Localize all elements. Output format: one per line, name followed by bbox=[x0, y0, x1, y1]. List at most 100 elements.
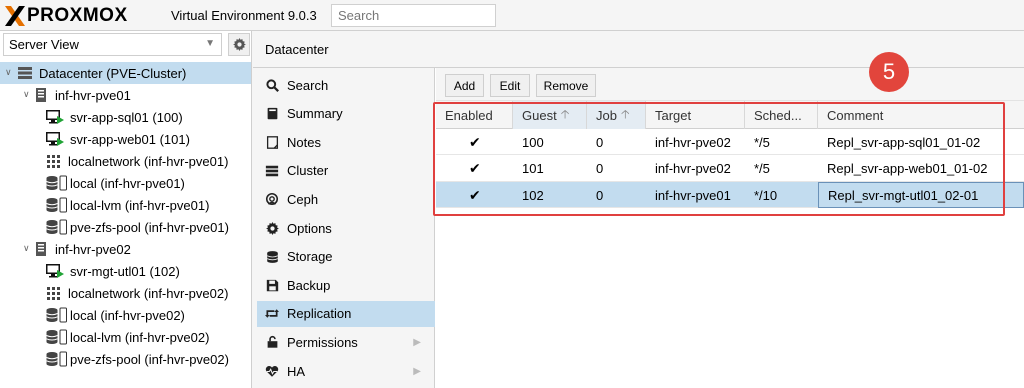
nav-item-ceph[interactable]: Ceph bbox=[257, 186, 435, 212]
sort-ascending-icon: 🡡 bbox=[560, 106, 570, 121]
tree-item-label: localnetwork (inf-hvr-pve01) bbox=[68, 153, 229, 169]
cell-schedule: */5 bbox=[754, 161, 770, 177]
cell-target: inf-hvr-pve02 bbox=[655, 134, 731, 150]
nav-item-search[interactable]: Search bbox=[257, 72, 435, 98]
tree-item[interactable]: local-lvm (inf-hvr-pve01) bbox=[0, 194, 251, 216]
replication-toolbar: Add Edit Remove bbox=[436, 68, 1024, 100]
view-selector[interactable]: Server View ▼ bbox=[3, 33, 222, 56]
nav-item-summary[interactable]: Summary bbox=[257, 101, 435, 127]
step-callout-badge: 5 bbox=[869, 52, 909, 92]
nav-item-cluster[interactable]: Cluster bbox=[257, 158, 435, 184]
tree-item[interactable]: svr-mgt-utl01 (102) bbox=[0, 260, 251, 282]
cell-schedule: */5 bbox=[754, 134, 770, 150]
node-icon bbox=[33, 241, 49, 257]
column-label: Comment bbox=[827, 107, 884, 123]
datacenter-icon bbox=[17, 65, 33, 81]
collapse-icon: ∨ bbox=[23, 89, 30, 99]
storage-icon bbox=[46, 351, 68, 367]
column-header-comment[interactable]: Comment bbox=[818, 101, 1024, 129]
cell-job: 0 bbox=[596, 134, 604, 150]
cell-comment: Repl_svr-app-sql01_01-02 bbox=[827, 134, 981, 150]
column-header-job[interactable]: Job 🡡 bbox=[587, 101, 646, 129]
tree-item-label: local-lvm (inf-hvr-pve02) bbox=[70, 329, 210, 345]
column-header-schedule[interactable]: Sched... bbox=[745, 101, 818, 129]
tree-item[interactable]: localnetwork (inf-hvr-pve01) bbox=[0, 150, 251, 172]
tree-item[interactable]: svr-app-web01 (101) bbox=[0, 128, 251, 150]
tree-settings-button[interactable] bbox=[228, 33, 250, 56]
nav-item-storage[interactable]: Storage bbox=[257, 244, 435, 270]
datacenter-menu: Search Summary Notes Cluster Ceph Options Stor… bbox=[253, 68, 435, 388]
tree-item-label: svr-app-sql01 (100) bbox=[70, 109, 183, 125]
tree-item-label: local-lvm (inf-hvr-pve01) bbox=[70, 197, 210, 213]
tree-item-node-pve01[interactable]: ∨ inf-hvr-pve01 bbox=[0, 84, 251, 106]
table-row[interactable]: ✔ 102 0 inf-hvr-pve01 */10 Repl_svr-mgt-utl01… bbox=[436, 182, 1024, 209]
tree-item-label: localnetwork (inf-hvr-pve02) bbox=[68, 285, 229, 301]
collapse-icon: ∨ bbox=[23, 243, 30, 253]
nav-item-backup[interactable]: Backup bbox=[257, 272, 435, 298]
search-icon bbox=[265, 78, 279, 92]
cell-job: 0 bbox=[596, 187, 604, 203]
nav-item-label: Backup bbox=[287, 277, 331, 293]
tree-item[interactable]: svr-app-sql01 (100) bbox=[0, 106, 251, 128]
resource-tree-panel: Server View ▼ ∨ Datacenter (PVE-Cluster)… bbox=[0, 31, 252, 388]
column-header-target[interactable]: Target bbox=[646, 101, 745, 129]
tree-item-datacenter[interactable]: ∨ Datacenter (PVE-Cluster) bbox=[0, 62, 251, 84]
nav-item-label: Options bbox=[287, 220, 332, 236]
tree-item-label: local (inf-hvr-pve02) bbox=[70, 307, 185, 323]
nav-item-label: Storage bbox=[287, 249, 333, 265]
nav-item-label: Search bbox=[287, 77, 329, 93]
table-row[interactable]: ✔ 100 0 inf-hvr-pve02 */5 Repl_svr-app-sql01_… bbox=[436, 129, 1024, 155]
collapse-icon: ∨ bbox=[5, 67, 12, 77]
column-header-enabled[interactable]: Enabled bbox=[436, 101, 513, 129]
storage-icon bbox=[46, 329, 68, 345]
chevron-down-icon: ▼ bbox=[205, 38, 215, 49]
content-panel: Datacenter Search Summary Notes Cluster Ceph… bbox=[253, 31, 1024, 388]
tree-item[interactable]: localnetwork (inf-hvr-pve02) bbox=[0, 282, 251, 304]
add-button[interactable]: Add bbox=[445, 74, 484, 97]
column-header-guest[interactable]: Guest 🡡 bbox=[513, 101, 587, 129]
tree-item-label: local (inf-hvr-pve01) bbox=[70, 175, 185, 191]
column-label: Guest bbox=[522, 107, 557, 123]
tree-item[interactable]: pve-zfs-pool (inf-hvr-pve01) bbox=[0, 216, 251, 238]
nav-item-replication[interactable]: Replication bbox=[257, 300, 435, 327]
tree-item-label: svr-app-web01 (101) bbox=[70, 131, 190, 147]
tree-item-label: pve-zfs-pool (inf-hvr-pve02) bbox=[70, 351, 229, 367]
nav-item-ha[interactable]: HA ▶ bbox=[257, 358, 435, 384]
vm-running-icon bbox=[46, 131, 64, 147]
tree-item[interactable]: local (inf-hvr-pve02) bbox=[0, 304, 251, 326]
remove-button[interactable]: Remove bbox=[536, 74, 596, 97]
cell-job: 0 bbox=[596, 161, 604, 177]
node-icon bbox=[33, 87, 49, 103]
tree-item[interactable]: local (inf-hvr-pve01) bbox=[0, 172, 251, 194]
tree-item-node-pve02[interactable]: ∨ inf-hvr-pve02 bbox=[0, 238, 251, 260]
ceph-icon bbox=[265, 192, 279, 206]
table-row[interactable]: ✔ 101 0 inf-hvr-pve02 */5 Repl_svr-app-web01_… bbox=[436, 156, 1024, 182]
database-icon bbox=[265, 250, 279, 264]
cell-target: inf-hvr-pve01 bbox=[655, 187, 731, 203]
edit-button[interactable]: Edit bbox=[490, 74, 530, 97]
storage-icon bbox=[46, 219, 68, 235]
cell-comment: Repl_svr-app-web01_01-02 bbox=[827, 161, 988, 177]
vm-running-icon bbox=[46, 263, 64, 279]
page-title: Datacenter bbox=[265, 42, 329, 57]
heartbeat-icon bbox=[265, 364, 279, 378]
cell-guest: 101 bbox=[522, 161, 544, 177]
nav-item-notes[interactable]: Notes bbox=[257, 129, 435, 155]
search-input[interactable]: Search bbox=[331, 4, 496, 27]
proxmox-x-icon bbox=[4, 5, 26, 27]
tree-item[interactable]: local-lvm (inf-hvr-pve02) bbox=[0, 326, 251, 348]
tree-item[interactable]: pve-zfs-pool (inf-hvr-pve02) bbox=[0, 348, 251, 370]
retweet-icon bbox=[265, 307, 279, 321]
tree-item-label: inf-hvr-pve01 bbox=[55, 87, 131, 103]
top-bar: PROXMOX Virtual Environment 9.0.3 Search bbox=[0, 0, 1024, 31]
notes-icon bbox=[265, 135, 279, 149]
nav-item-permissions[interactable]: Permissions ▶ bbox=[257, 329, 435, 355]
nav-item-options[interactable]: Options bbox=[257, 215, 435, 241]
cell-target: inf-hvr-pve02 bbox=[655, 161, 731, 177]
gear-icon bbox=[265, 221, 279, 235]
proxmox-logo[interactable]: PROXMOX bbox=[4, 4, 128, 28]
checkmark-icon: ✔ bbox=[469, 133, 481, 150]
nav-item-label: Summary bbox=[287, 106, 343, 122]
sort-ascending-icon: 🡡 bbox=[620, 106, 630, 121]
nav-item-label: Ceph bbox=[287, 191, 319, 207]
